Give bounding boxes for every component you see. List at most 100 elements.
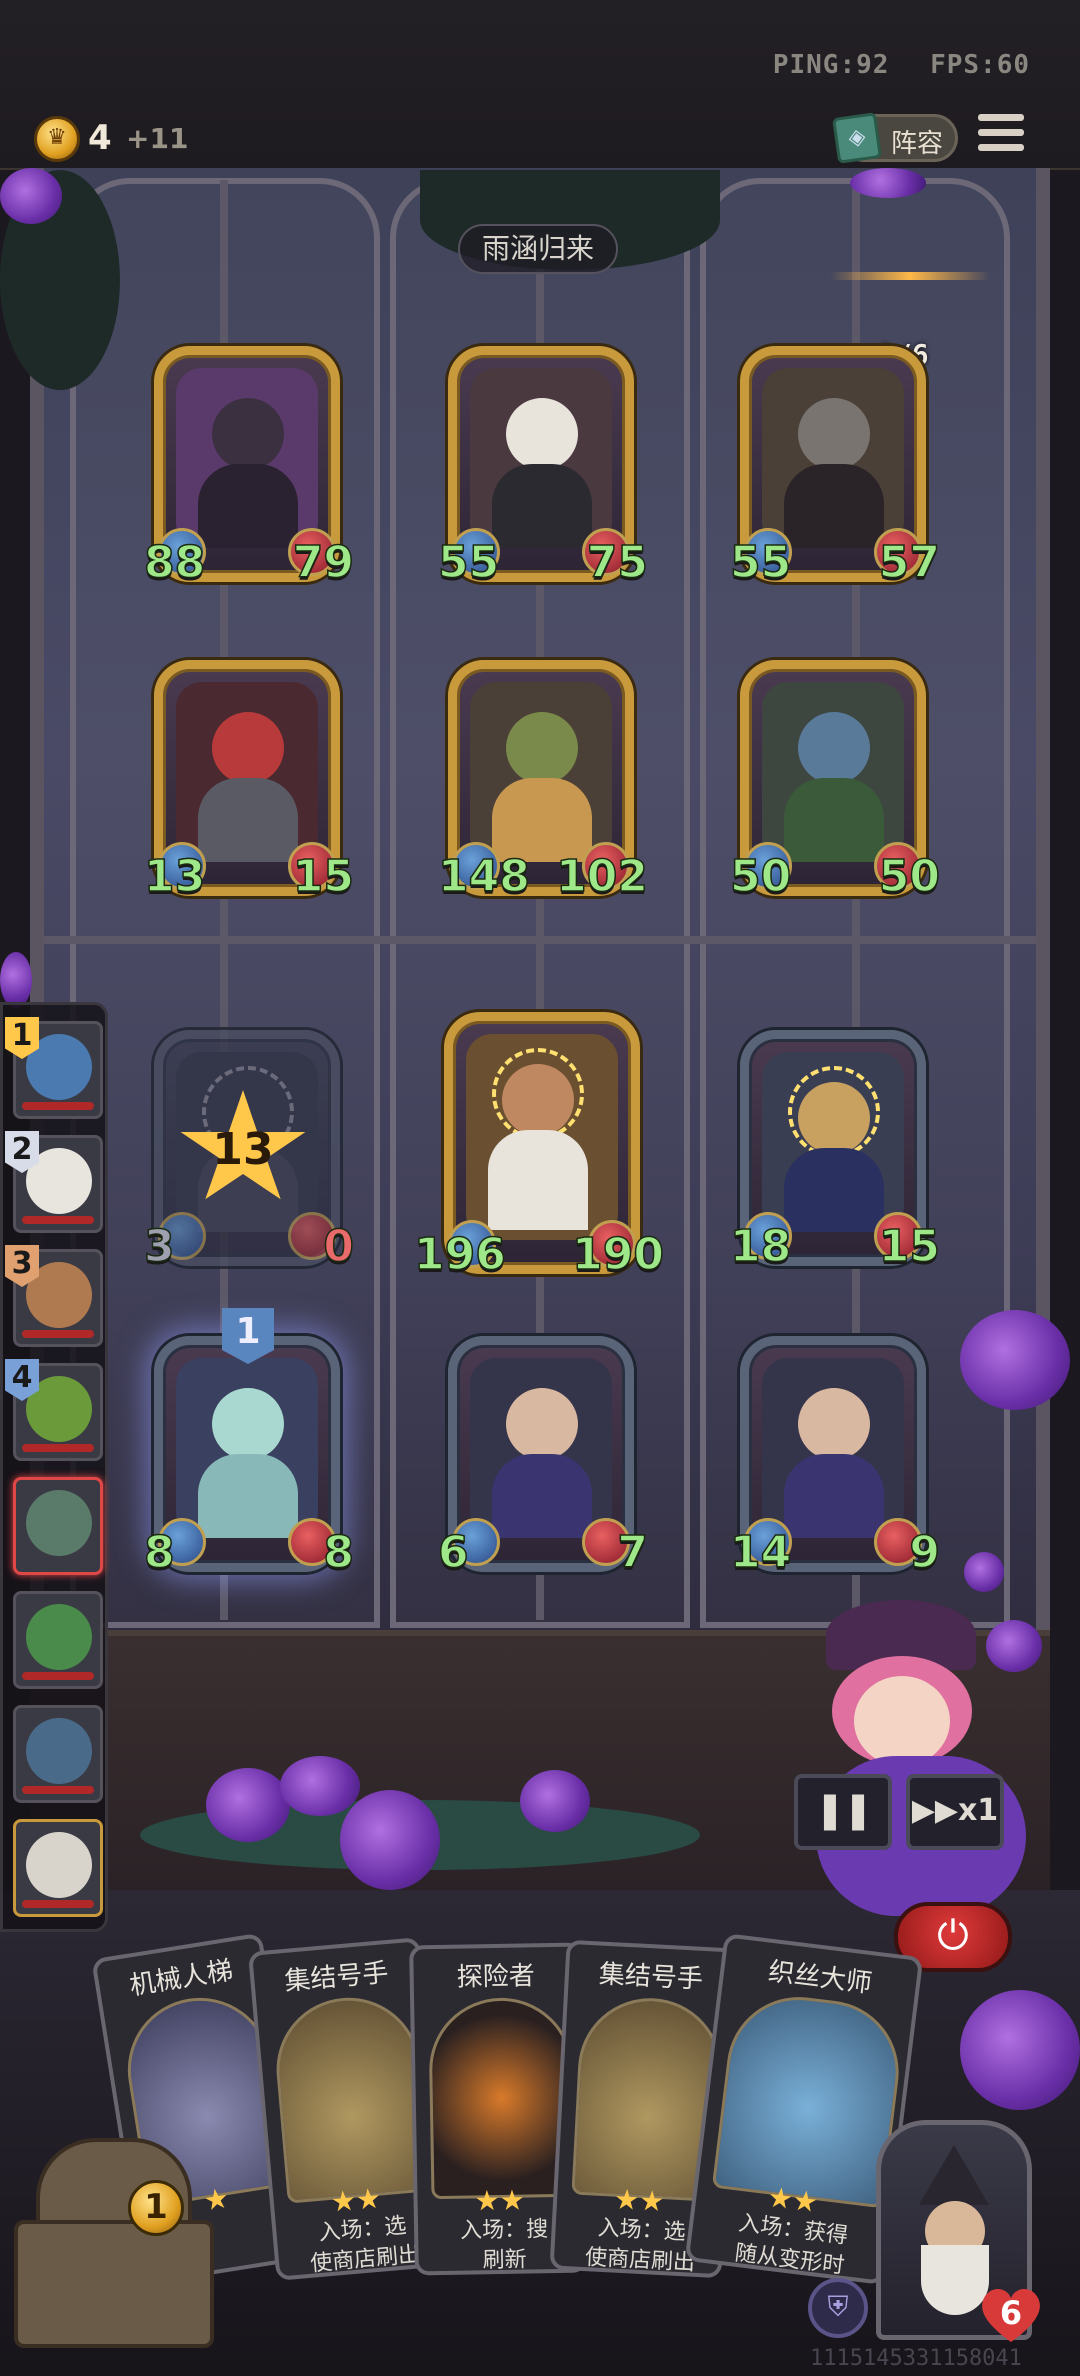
unit-portrait bbox=[762, 1358, 904, 1538]
unit-attack: 55 bbox=[729, 536, 792, 589]
window-rail bbox=[44, 936, 1036, 944]
stage-name: 雨涵归来 bbox=[458, 224, 618, 274]
unit-attack: 14 bbox=[729, 1526, 792, 1579]
speed-button[interactable]: ▶▶x1 bbox=[906, 1774, 1004, 1850]
hero-hat-art bbox=[919, 2145, 989, 2205]
roster-player-current-opponent[interactable] bbox=[13, 1477, 103, 1575]
gold-income: +11 bbox=[126, 122, 189, 155]
network-status: PING:92 FPS:60 bbox=[749, 50, 1030, 80]
unit-attack: 50 bbox=[729, 850, 792, 903]
unit-health: 79 bbox=[292, 536, 355, 589]
unit-attack: 18 bbox=[729, 1220, 792, 1273]
unit-portrait bbox=[176, 368, 318, 548]
player-unit[interactable]: 8 8 bbox=[143, 1336, 355, 1579]
unit-portrait bbox=[176, 1358, 318, 1538]
unit-portrait bbox=[176, 682, 318, 862]
enemy-unit[interactable]: 88 79 bbox=[143, 346, 355, 589]
pause-button[interactable]: ❚❚ bbox=[794, 1774, 892, 1850]
player-unit[interactable]: 14 9 bbox=[729, 1336, 941, 1579]
chest-box bbox=[14, 2220, 214, 2348]
roster-player[interactable] bbox=[13, 1591, 103, 1689]
unit-health: 15 bbox=[292, 850, 355, 903]
unit-attack: 6 bbox=[437, 1526, 469, 1579]
roster-player-self[interactable] bbox=[13, 1819, 103, 1917]
unit-art bbox=[784, 1454, 884, 1538]
rose-decoration bbox=[850, 168, 926, 198]
rose-decoration bbox=[0, 168, 62, 224]
player-unit[interactable]: 196 190 bbox=[413, 1012, 665, 1281]
unit-health: 8 bbox=[323, 1526, 355, 1579]
unit-portrait bbox=[470, 1358, 612, 1538]
unit-health: 9 bbox=[909, 1526, 941, 1579]
unit-health: 75 bbox=[586, 536, 649, 589]
shield-icon[interactable]: ⛨ bbox=[808, 2278, 868, 2338]
gold-amount: 4 bbox=[88, 118, 112, 158]
unit-attack: 55 bbox=[437, 536, 500, 589]
sparkle-effect bbox=[830, 272, 990, 280]
unit-health: 57 bbox=[878, 536, 941, 589]
rose-decoration bbox=[960, 1990, 1080, 2110]
rose-decoration bbox=[520, 1770, 590, 1832]
unit-art bbox=[492, 1454, 592, 1538]
rose-decoration bbox=[960, 1310, 1070, 1410]
unit-art bbox=[506, 712, 578, 784]
enemy-unit[interactable]: 55 57 bbox=[729, 346, 941, 589]
rose-decoration bbox=[280, 1756, 360, 1816]
health-bar bbox=[22, 1102, 94, 1110]
unit-art bbox=[502, 1064, 574, 1136]
unit-art bbox=[798, 1388, 870, 1460]
unit-health: 50 bbox=[878, 850, 941, 903]
unit-attack: 3 bbox=[143, 1220, 175, 1273]
top-bar: PING:92 FPS:60 ♛ 4 +11 ◈ 阵容 bbox=[0, 0, 1080, 170]
health-bar bbox=[22, 1786, 94, 1794]
unit-art bbox=[506, 398, 578, 470]
unit-art bbox=[488, 1130, 588, 1230]
player-unit[interactable]: 18 15 bbox=[729, 1030, 941, 1273]
unit-attack: 88 bbox=[143, 536, 206, 589]
merchant-character bbox=[806, 1596, 1036, 1926]
player-avatar bbox=[26, 1832, 92, 1898]
hero-health: 6 bbox=[999, 2294, 1023, 2332]
enemy-unit[interactable]: 50 50 bbox=[729, 660, 941, 903]
roster-player[interactable] bbox=[13, 1705, 103, 1803]
unit-art bbox=[492, 778, 592, 862]
unit-art bbox=[198, 464, 298, 548]
unit-health: 0 bbox=[323, 1220, 355, 1273]
card-title: 机械人梯 bbox=[127, 1955, 236, 2002]
card-title: 集结号手 bbox=[598, 1959, 704, 1995]
enemy-unit[interactable]: 13 15 bbox=[143, 660, 355, 903]
unit-art bbox=[212, 1388, 284, 1460]
unit-health: 190 bbox=[571, 1228, 664, 1281]
lineup-label: 阵容 bbox=[891, 129, 944, 159]
rose-decoration bbox=[340, 1790, 440, 1890]
unit-art bbox=[798, 1082, 870, 1154]
unit-portrait bbox=[762, 1052, 904, 1232]
health-bar bbox=[22, 1330, 94, 1338]
card-art bbox=[270, 1991, 432, 2204]
unit-art bbox=[198, 778, 298, 862]
hero-health-icon: 6 bbox=[978, 2284, 1044, 2344]
card-title: 探险者 bbox=[456, 1961, 535, 1993]
health-bar bbox=[22, 1216, 94, 1224]
enemy-unit[interactable]: 55 75 bbox=[437, 346, 649, 589]
unit-art bbox=[784, 778, 884, 862]
unit-art bbox=[506, 1388, 578, 1460]
enemy-unit[interactable]: 148 102 bbox=[437, 660, 649, 903]
unit-art bbox=[798, 712, 870, 784]
health-bar bbox=[22, 1672, 94, 1680]
unit-attack: 13 bbox=[143, 850, 206, 903]
power-icon: ⏻ bbox=[937, 1913, 969, 1959]
unit-attack: 148 bbox=[437, 850, 530, 903]
player-avatar bbox=[26, 1604, 92, 1670]
menu-icon[interactable] bbox=[978, 114, 1024, 158]
refresh-cost: 1 bbox=[128, 2180, 184, 2236]
shop-refresh-chest[interactable] bbox=[14, 2138, 214, 2348]
star-level-icon: 13 bbox=[178, 1090, 308, 1210]
unit-art bbox=[212, 398, 284, 470]
lineup-button[interactable]: ◈ 阵容 bbox=[832, 112, 958, 164]
unit-art bbox=[212, 712, 284, 784]
rose-decoration bbox=[0, 952, 32, 1008]
gold-coin-icon: ♛ bbox=[34, 116, 80, 162]
unit-art bbox=[492, 464, 592, 548]
player-unit[interactable]: 6 7 bbox=[437, 1336, 649, 1579]
